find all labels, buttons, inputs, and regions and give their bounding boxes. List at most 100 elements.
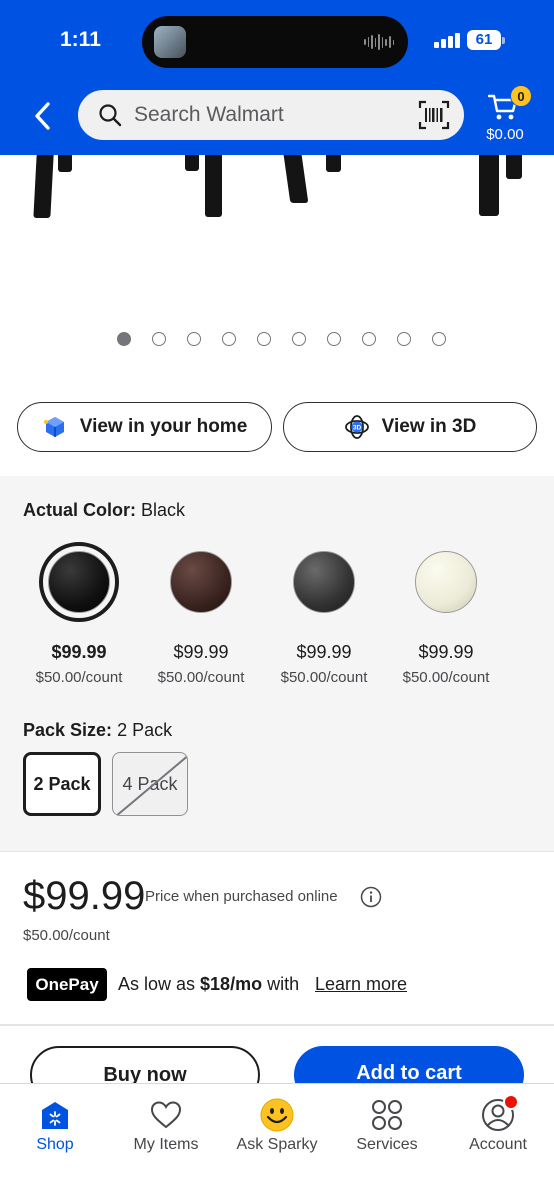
swatch-unit-price: $50.00/count bbox=[280, 669, 368, 686]
search-icon bbox=[99, 104, 122, 127]
bottom-tab-bar: Shop My Items Ask Sparky Services Accoun… bbox=[0, 1083, 554, 1200]
chair-leg bbox=[479, 155, 499, 216]
account-icon bbox=[481, 1094, 519, 1132]
chair-leg bbox=[58, 155, 72, 172]
tab-label: Account bbox=[469, 1136, 527, 1153]
view-in-3d-label: View in 3D bbox=[381, 416, 477, 437]
onepay-prefix: As low as bbox=[118, 974, 201, 994]
onepay-amount: $18/mo bbox=[200, 974, 263, 994]
audio-wave-icon bbox=[364, 32, 395, 52]
notification-dot bbox=[503, 1094, 519, 1110]
gallery-dot[interactable] bbox=[432, 332, 446, 346]
pack-heading: Pack Size: 2 Pack bbox=[23, 720, 172, 741]
color-heading: Actual Color: Black bbox=[23, 500, 185, 521]
gallery-dot[interactable] bbox=[152, 332, 166, 346]
services-icon bbox=[370, 1098, 404, 1132]
color-option-cream[interactable]: $99.99 $50.00/count bbox=[386, 542, 506, 686]
selected-ring bbox=[39, 542, 119, 622]
tab-my-items[interactable]: My Items bbox=[111, 1098, 221, 1154]
search-bar[interactable] bbox=[78, 90, 464, 140]
color-value: Black bbox=[141, 500, 186, 520]
swatch-ring bbox=[284, 542, 364, 622]
onepay-offer: As low as $18/mo with bbox=[118, 974, 299, 995]
tab-label: Ask Sparky bbox=[236, 1136, 318, 1153]
swatch-unit-price: $50.00/count bbox=[35, 669, 123, 686]
swatch-unit-price: $50.00/count bbox=[402, 669, 490, 686]
search-input[interactable] bbox=[134, 90, 404, 140]
swatch-unit-price: $50.00/count bbox=[157, 669, 245, 686]
battery-indicator: 61 bbox=[467, 30, 501, 50]
pack-value: 2 Pack bbox=[117, 720, 173, 740]
price-main: $99.99 bbox=[23, 874, 146, 918]
color-option-gray[interactable]: $99.99 $50.00/count bbox=[264, 542, 384, 686]
price-unit: $50.00/count bbox=[23, 927, 110, 944]
swatch-price: $99.99 bbox=[51, 642, 107, 662]
chevron-left-icon bbox=[35, 102, 50, 130]
view-in-home-label: View in your home bbox=[79, 416, 248, 437]
chair-leg bbox=[283, 155, 309, 203]
tab-shop[interactable]: Shop bbox=[0, 1098, 110, 1154]
cart-count-badge: 0 bbox=[510, 85, 532, 107]
svg-text:3D: 3D bbox=[353, 425, 362, 432]
color-swatch bbox=[415, 551, 477, 613]
pack-option-4-unavailable[interactable]: 4 Pack bbox=[112, 752, 188, 816]
onepay-logo: OnePay bbox=[27, 968, 107, 1001]
pack-label: Pack Size: bbox=[23, 720, 113, 740]
color-swatch bbox=[170, 551, 232, 613]
cart-button[interactable]: 0 $0.00 bbox=[480, 85, 532, 148]
swatch-price: $99.99 bbox=[173, 642, 229, 662]
heart-icon bbox=[149, 1098, 183, 1132]
tab-label: Services bbox=[356, 1136, 418, 1153]
gallery-dots[interactable] bbox=[117, 332, 446, 346]
color-option-black[interactable]: $99.99 $50.00/count bbox=[19, 542, 139, 686]
view-in-home-button[interactable]: View in your home bbox=[17, 402, 272, 452]
dynamic-island bbox=[142, 16, 408, 68]
chair-leg bbox=[33, 155, 54, 218]
ar-cube-icon bbox=[43, 417, 64, 437]
gallery-dot[interactable] bbox=[362, 332, 376, 346]
status-time: 1:11 bbox=[60, 28, 101, 51]
gallery-dot[interactable] bbox=[292, 332, 306, 346]
battery-tip bbox=[502, 37, 505, 44]
gallery-dot[interactable] bbox=[257, 332, 271, 346]
tab-label: Shop bbox=[36, 1136, 74, 1153]
onepay-suffix: with bbox=[262, 974, 300, 994]
app-header: 1:11 61 0 $0.00 bbox=[0, 0, 554, 155]
swatch-ring bbox=[406, 542, 486, 622]
gallery-dot[interactable] bbox=[222, 332, 236, 346]
chair-leg bbox=[185, 155, 199, 171]
tab-label: My Items bbox=[133, 1136, 199, 1153]
signal-icon bbox=[434, 32, 460, 48]
variant-selector: Actual Color: Black $99.99 $50.00/count … bbox=[0, 476, 554, 852]
color-label: Actual Color: bbox=[23, 500, 137, 520]
barcode-scan-icon[interactable] bbox=[418, 100, 450, 130]
sparky-icon bbox=[260, 1098, 294, 1132]
learn-more-link[interactable]: Learn more bbox=[315, 974, 407, 995]
pack-option-2[interactable]: 2 Pack bbox=[23, 752, 101, 816]
back-button[interactable] bbox=[30, 98, 58, 134]
chair-leg bbox=[205, 155, 222, 217]
chair-leg bbox=[326, 155, 341, 172]
tab-ask-sparky[interactable]: Ask Sparky bbox=[222, 1098, 332, 1154]
3d-orbit-icon: 3D bbox=[344, 415, 369, 439]
tab-services[interactable]: Services bbox=[332, 1098, 442, 1154]
swatch-price: $99.99 bbox=[418, 642, 474, 662]
swatch-ring bbox=[161, 542, 241, 622]
view-in-3d-button[interactable]: 3D View in 3D bbox=[283, 402, 537, 452]
color-swatch bbox=[48, 551, 110, 613]
info-icon[interactable] bbox=[360, 886, 382, 908]
gallery-dot[interactable] bbox=[397, 332, 411, 346]
swatch-price: $99.99 bbox=[296, 642, 352, 662]
divider bbox=[0, 1024, 554, 1026]
chair-leg bbox=[506, 155, 522, 179]
cart-total: $0.00 bbox=[486, 126, 524, 143]
product-image[interactable] bbox=[0, 155, 554, 315]
tab-account[interactable]: Account bbox=[443, 1094, 553, 1154]
color-option-brown[interactable]: $99.99 $50.00/count bbox=[141, 542, 261, 686]
color-swatch bbox=[293, 551, 355, 613]
now-playing-thumbnail bbox=[154, 26, 186, 58]
gallery-dot[interactable] bbox=[327, 332, 341, 346]
price-note: Price when purchased online bbox=[145, 888, 338, 905]
gallery-dot[interactable] bbox=[187, 332, 201, 346]
gallery-dot[interactable] bbox=[117, 332, 131, 346]
